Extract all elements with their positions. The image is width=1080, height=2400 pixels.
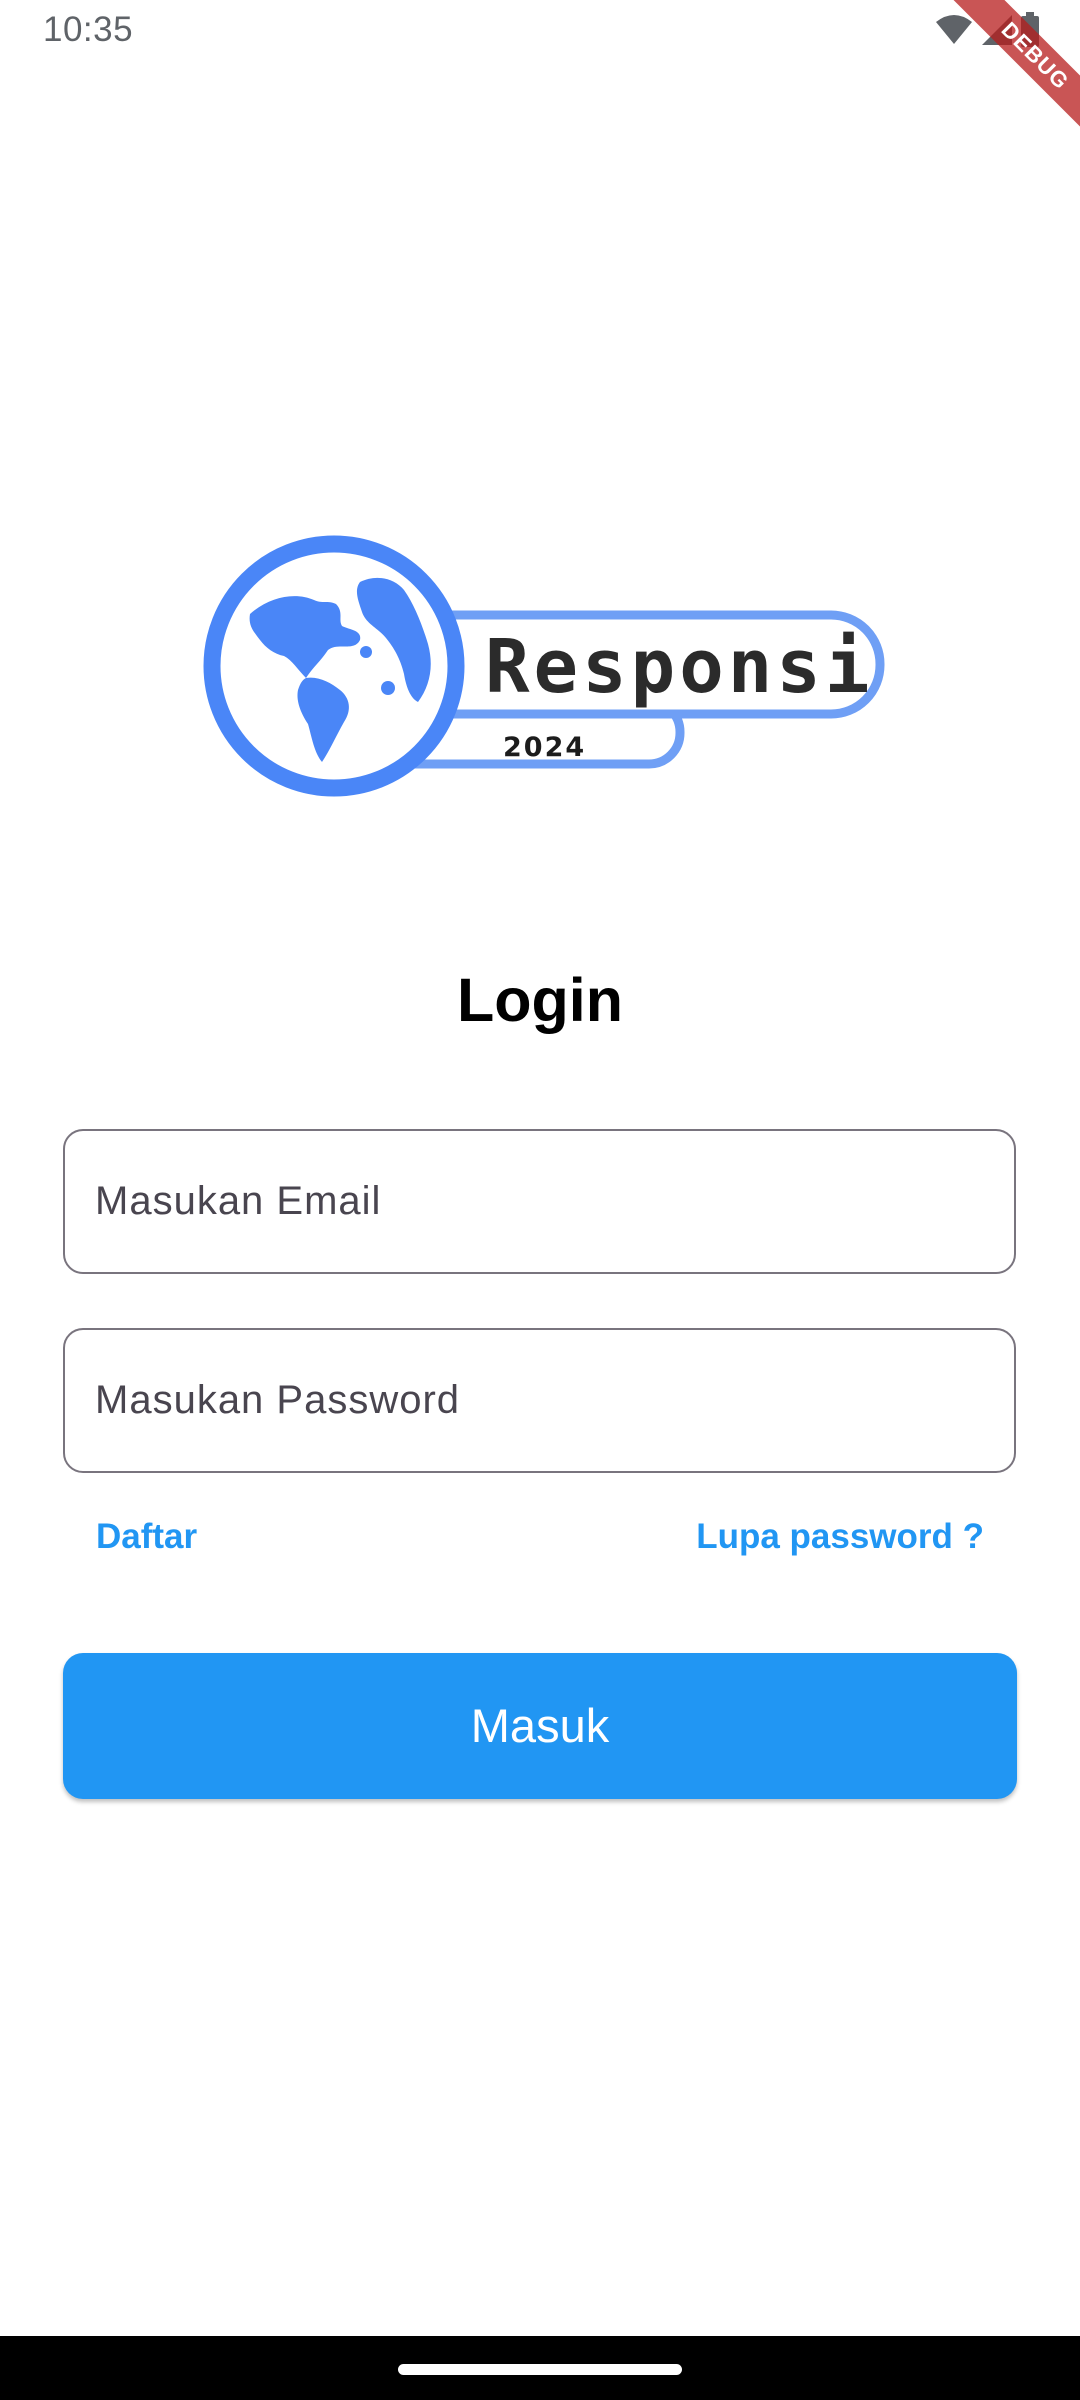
- email-field[interactable]: [63, 1129, 1016, 1274]
- login-button[interactable]: Masuk: [63, 1653, 1017, 1799]
- page-title: Login: [457, 966, 623, 1034]
- app-logo: Responsi 2024: [190, 530, 890, 800]
- status-time: 10:35: [43, 10, 134, 49]
- logo-year-text: 2024: [503, 732, 586, 763]
- cellular-signal-icon: [982, 15, 1012, 45]
- forgot-password-link[interactable]: Lupa password ?: [696, 1512, 984, 1562]
- password-field[interactable]: [63, 1328, 1016, 1473]
- battery-icon: [1021, 12, 1039, 47]
- home-gesture-handle[interactable]: [398, 2364, 682, 2375]
- logo-graphic: Responsi 2024: [203, 535, 885, 797]
- status-icons: [934, 12, 1040, 48]
- system-navigation-bar: [0, 2336, 1080, 2400]
- register-link[interactable]: Daftar: [96, 1512, 197, 1562]
- logo-brand-text: Responsi: [485, 624, 873, 710]
- email-input[interactable]: [65, 1131, 1014, 1272]
- wifi-icon: [936, 15, 972, 44]
- password-input[interactable]: [65, 1330, 1014, 1471]
- status-bar: 10:35: [0, 0, 1080, 64]
